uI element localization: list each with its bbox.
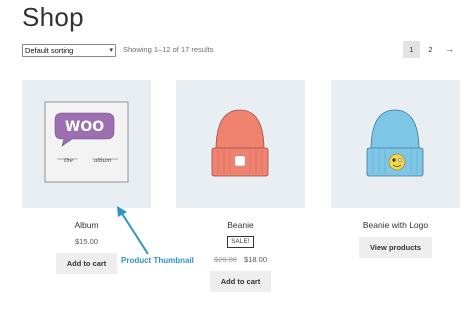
product-title[interactable]: Beanie with Logo	[331, 220, 460, 230]
chevron-down-icon: ▾	[109, 47, 113, 54]
pagination: 1 2 →	[403, 41, 458, 58]
svg-text:WOO: WOO	[65, 119, 104, 135]
page-1-button[interactable]: 1	[403, 41, 420, 58]
orange-beanie-icon	[211, 109, 269, 177]
product-card-beanie: Beanie SALE! $20.00 $18.00 Add to cart	[176, 80, 305, 292]
sale-badge: SALE!	[227, 236, 254, 248]
album-cover-icon: WOO the album	[44, 101, 129, 183]
product-sale-price: $18.00	[244, 255, 267, 264]
add-to-cart-button[interactable]: Add to cart	[209, 271, 272, 292]
product-title[interactable]: Beanie	[176, 220, 305, 230]
annotation-arrow-icon	[117, 206, 149, 255]
product-thumbnail-beanie-with-logo[interactable]	[331, 80, 460, 208]
next-page-arrow-icon[interactable]: →	[441, 41, 458, 58]
product-price: $20.00 $18.00	[176, 255, 305, 264]
sorting-selected-value: Default sorting	[25, 46, 74, 55]
view-products-button[interactable]: View products	[358, 237, 433, 258]
product-thumbnail-album[interactable]: WOO the album	[22, 80, 151, 208]
result-count: Showing 1–12 of 17 results	[123, 45, 214, 54]
blue-beanie-icon	[366, 109, 424, 177]
svg-text:album: album	[94, 158, 111, 164]
sorting-select[interactable]: Default sorting ▾	[22, 44, 116, 57]
annotation-label: Product Thumbnail	[121, 256, 194, 265]
product-thumbnail-beanie[interactable]	[176, 80, 305, 208]
product-old-price: $20.00	[214, 255, 237, 264]
svg-text:the: the	[64, 158, 74, 164]
shop-page: Shop Default sorting ▾ Showing 1–12 of 1…	[0, 0, 474, 314]
page-title: Shop	[22, 2, 84, 32]
product-card-beanie-with-logo: Beanie with Logo View products	[331, 80, 460, 258]
page-2-button[interactable]: 2	[422, 41, 439, 58]
